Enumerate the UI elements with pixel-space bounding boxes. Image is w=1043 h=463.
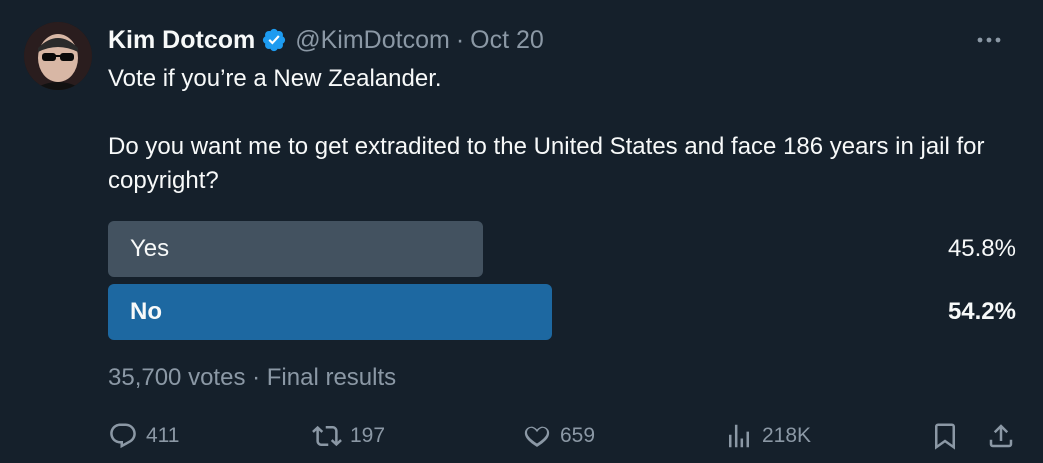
views-count: 218K [762,424,812,447]
avatar-image [24,22,92,90]
verified-badge-icon[interactable] [261,27,287,53]
tweet-text: Vote if you’re a New Zealander. Do you w… [108,62,1023,198]
reply-button[interactable]: 411 [108,418,179,454]
like-count: 659 [560,424,596,447]
tweet-date[interactable]: Oct 20 [470,26,544,55]
reply-count: 411 [146,424,180,447]
poll-option-label: Yes [130,235,170,262]
more-icon[interactable] [973,28,1005,52]
bookmark-button[interactable] [930,418,960,454]
share-button[interactable] [986,418,1016,454]
poll-bar-no [108,284,552,340]
poll-option-yes: Yes 45.8% [108,221,1018,277]
poll-option-no: No 54.2% [108,284,1018,340]
like-button[interactable]: 659 [522,418,595,454]
poll-summary: 35,700 votes · Final results [108,364,397,391]
repost-icon [312,425,342,447]
like-icon [524,426,550,447]
bookmark-icon [935,423,955,450]
poll-option-percent: 45.8% [947,235,1016,262]
poll-option-label: No [130,298,162,325]
repost-button[interactable]: 197 [312,418,385,454]
views-icon [729,424,749,448]
tweet-paragraph: Do you want me to get extradited to the … [108,133,985,194]
views-button[interactable]: 218K [724,418,811,454]
share-icon [989,424,1013,448]
author-handle[interactable]: @KimDotcom [295,26,450,55]
avatar[interactable] [24,22,92,90]
tweet-paragraph: Vote if you’re a New Zealander. [108,65,442,92]
reply-icon [110,423,136,449]
author-name[interactable]: Kim Dotcom [108,26,255,55]
header-separator: · [455,25,465,54]
repost-count: 197 [350,424,386,447]
poll-option-percent: 54.2% [947,298,1016,325]
tweet-header: Kim Dotcom @KimDotcom · Oct 20 [108,24,1023,56]
action-bar: 411 197 659 218K [108,418,1018,454]
